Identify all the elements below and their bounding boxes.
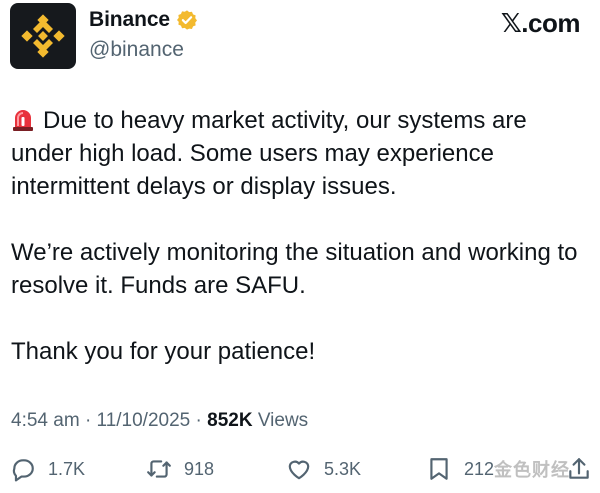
tweet-paragraph-1: Due to heavy market activity, our system…	[11, 104, 591, 203]
reply-button[interactable]: 1.7K	[10, 452, 85, 486]
reply-icon	[12, 459, 34, 482]
bookmark-icon	[430, 458, 448, 480]
views-count: 852K	[207, 410, 253, 431]
display-name[interactable]: Binance	[89, 8, 170, 32]
repost-button[interactable]: 918	[146, 452, 214, 486]
name-row: Binance	[89, 8, 198, 32]
repost-count: 918	[184, 458, 215, 479]
heart-icon	[288, 460, 310, 480]
reply-count: 1.7K	[48, 458, 86, 479]
tweet-paragraph-2: We’re actively monitoring the situation …	[11, 239, 578, 299]
bookmark-button[interactable]: 212	[426, 452, 494, 486]
views-label: Views	[257, 410, 309, 431]
meta-separator: ·	[84, 410, 92, 431]
like-count: 5.3K	[324, 458, 362, 479]
siren-emoji-icon	[13, 110, 33, 131]
verified-badge-icon	[177, 10, 197, 30]
tweet-meta: 4:54 am · 11/10/2025 · 852K Views	[11, 410, 308, 432]
repost-icon	[147, 460, 171, 478]
tweet-text: Due to heavy market activity, our system…	[11, 104, 591, 368]
tweet-time[interactable]: 4:54 am	[11, 410, 80, 431]
meta-separator: ·	[195, 410, 202, 431]
watermark: 金色财经	[494, 460, 570, 480]
tweet-line-1: Due to heavy market activity, our system…	[11, 107, 527, 200]
tweet-date[interactable]: 11/10/2025	[97, 410, 191, 431]
handle[interactable]: @binance	[89, 38, 184, 62]
avatar[interactable]	[10, 3, 76, 69]
tweet-paragraph-3: Thank you for your patience!	[11, 338, 316, 365]
like-button[interactable]: 5.3K	[286, 452, 361, 486]
bookmark-count: 212	[464, 458, 495, 479]
x-brand-logo[interactable]: 𝕏.com	[501, 8, 581, 39]
tweet-card: Binance @binance 𝕏.com Due to heavy mark…	[0, 0, 600, 493]
binance-logo-icon	[21, 14, 65, 58]
